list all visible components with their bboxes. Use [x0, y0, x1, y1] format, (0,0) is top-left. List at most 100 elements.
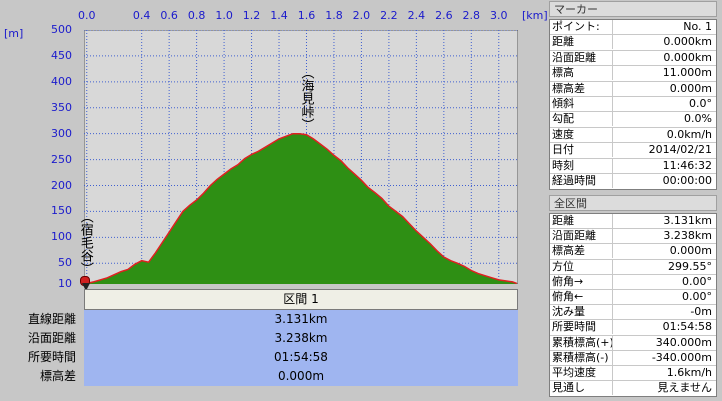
peak-annotation: （海見峠） [298, 66, 314, 131]
panel-row: 勾配 0.0% [550, 112, 716, 128]
section-row-value: 0.000m [84, 367, 518, 386]
y-tick-label: 100 [51, 230, 72, 244]
x-tick-label: 1.6 [297, 9, 316, 22]
panel-row-value: 0.000km [663, 50, 712, 64]
panel-row: 平均速度 1.6km/h [550, 365, 716, 382]
panel-row-value: 0.0km/h [666, 127, 712, 141]
section-row: 所要時間 01:54:58 [0, 348, 518, 367]
panel-row-value: 1.6km/h [666, 365, 712, 379]
x-tick-label: 1.2 [242, 9, 261, 22]
panel-row-value: 2014/02/21 [648, 143, 712, 157]
start-annotation: （宿毛谷） [77, 210, 93, 275]
panel-row-label: 日付 [552, 143, 574, 157]
panel-row-label: 沿面距離 [552, 229, 596, 243]
section-row: 標高差 0.000m [0, 367, 518, 386]
panel-row-label: 経過時間 [552, 173, 596, 187]
panel-row: 沈み量 -0m [550, 305, 716, 321]
x-tick-label: 1.4 [270, 9, 288, 22]
panel-row-value: 299.55° [668, 259, 712, 273]
x-tick-label: 0.0 [77, 9, 96, 22]
panel-row-label: 標高差 [552, 81, 585, 95]
panel-row: 俯角← 0.00° [550, 289, 716, 306]
panel-row: 沿面距離 3.238km [550, 229, 716, 245]
section-row-value: 01:54:58 [84, 348, 518, 367]
panel-row: 距離 3.131km [550, 214, 716, 230]
panel-row-label: 時刻 [552, 158, 574, 172]
panel-row-value: 0.000m [669, 244, 712, 258]
panel-row: 距離 0.000km [550, 35, 716, 51]
section-row-value: 3.131km [84, 310, 518, 329]
marker-panel-title: マーカー [549, 1, 717, 17]
y-tick-label: 200 [51, 178, 72, 192]
x-unit-label: [km] [522, 9, 548, 22]
panel-row: ポイント: No. 1 [550, 20, 716, 36]
all-section-panel: 距離 3.131km 沿面距離 3.238km 標高差 0.000m 方位 299.55° 俯角… [549, 213, 717, 397]
panel-row-label: 距離 [552, 214, 574, 227]
panel-row-value: 0.0% [684, 112, 712, 126]
x-tick-label: 2.0 [352, 9, 371, 22]
section-row-label: 所要時間 [27, 350, 76, 364]
panel-row: 標高差 0.000m [550, 81, 716, 97]
x-tick-label: 0.8 [187, 9, 206, 22]
panel-row-value: 0.000m [669, 81, 712, 95]
panel-row-label: 累積標高(+) [552, 335, 614, 349]
panel-row: 累積標高(-) -340.000m [550, 350, 716, 366]
section-row: 直線距離 3.131km [0, 310, 518, 329]
panel-row-value: 3.131km [663, 214, 712, 227]
panel-row-value: 00:00:00 [662, 173, 712, 187]
marker-panel: ポイント: No. 1 距離 0.000km 沿面距離 0.000km 標高 11.000m 標… [549, 19, 717, 190]
panel-row-label: 方位 [552, 259, 574, 273]
panel-row: 沿面距離 0.000km [550, 50, 716, 67]
panel-row-value: 0.00° [682, 274, 712, 288]
panel-row-value: -0m [690, 305, 712, 319]
panel-row-label: 沈み量 [552, 305, 585, 319]
panel-row: 累積標高(+) 340.000m [550, 335, 716, 351]
section-row: 沿面距離 3.238km [0, 329, 518, 348]
panel-row-value: 11.000m [662, 66, 712, 80]
panel-row-label: 標高 [552, 66, 574, 80]
panel-row-label: 勾配 [552, 112, 574, 126]
section-header[interactable]: 区間 1 [84, 289, 518, 310]
panel-row-label: 累積標高(-) [552, 350, 609, 364]
panel-row-value: 0.00° [682, 289, 712, 303]
panel-row-label: 見通し [552, 381, 585, 395]
panel-row: 標高 11.000m [550, 66, 716, 82]
x-tick-label: 3.0 [490, 9, 508, 22]
panel-row-label: 傾斜 [552, 96, 574, 110]
panel-row-value: 見えません [657, 381, 712, 395]
panel-row-label: 所要時間 [552, 320, 596, 334]
x-tick-label: 1.0 [215, 9, 233, 22]
panel-row-label: 俯角← [552, 289, 584, 303]
x-tick-label: 0.6 [160, 9, 178, 22]
panel-row: 見通し 見えません [550, 381, 716, 396]
y-tick-label: 250 [51, 152, 72, 166]
panel-row-value: 340.000m [655, 335, 712, 349]
panel-row-label: 標高差 [552, 244, 585, 258]
panel-row: 経過時間 00:00:00 [550, 173, 716, 189]
panel-row: 時刻 11:46:32 [550, 158, 716, 174]
panel-row-value: No. 1 [683, 20, 712, 33]
y-tick-label: 150 [51, 204, 72, 218]
panel-row: 速度 0.0km/h [550, 127, 716, 144]
panel-row-value: 11:46:32 [662, 158, 712, 172]
panel-row-label: ポイント: [552, 20, 600, 33]
section-row-value: 3.238km [84, 329, 518, 348]
panel-row-label: 距離 [552, 35, 574, 49]
panel-row-label: 速度 [552, 127, 574, 141]
panel-row-value: 3.238km [663, 229, 712, 243]
x-tick-label: 1.8 [325, 9, 343, 22]
section-row-label: 標高差 [39, 369, 76, 383]
y-tick-label: 350 [51, 100, 72, 114]
y-tick-label: 450 [51, 48, 72, 62]
panel-row: 傾斜 0.0° [550, 96, 716, 113]
panel-row-value: 01:54:58 [662, 320, 712, 334]
x-tick-label: 2.6 [435, 9, 453, 22]
section-row-label: 直線距離 [27, 312, 76, 326]
panel-row-label: 俯角→ [552, 274, 584, 288]
all-section-panel-title: 全区間 [549, 195, 717, 211]
panel-row: 標高差 0.000m [550, 244, 716, 260]
panel-row: 方位 299.55° [550, 259, 716, 275]
panel-row-value: 0.0° [689, 96, 712, 110]
y-tick-label: 300 [51, 126, 72, 140]
y-tick-label: 500 [51, 23, 72, 36]
